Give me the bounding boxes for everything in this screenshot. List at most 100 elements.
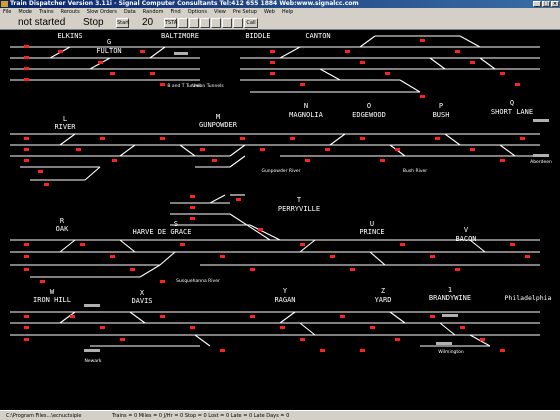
menu-view[interactable]: View bbox=[214, 9, 226, 15]
signal-marker[interactable] bbox=[260, 148, 265, 151]
signal-marker[interactable] bbox=[510, 243, 515, 246]
signal-marker[interactable] bbox=[190, 326, 195, 329]
signal-marker[interactable] bbox=[58, 50, 63, 53]
signal-marker[interactable] bbox=[370, 326, 375, 329]
signal-marker[interactable] bbox=[190, 217, 195, 220]
signal-marker[interactable] bbox=[270, 72, 275, 75]
toolbar-button-4[interactable] bbox=[211, 18, 221, 28]
signal-marker[interactable] bbox=[520, 137, 525, 140]
minimize-button[interactable]: _ bbox=[533, 1, 541, 7]
signal-marker[interactable] bbox=[160, 280, 165, 283]
signal-marker[interactable] bbox=[110, 255, 115, 258]
signal-marker[interactable] bbox=[160, 137, 165, 140]
signal-marker[interactable] bbox=[160, 83, 165, 86]
signal-marker[interactable] bbox=[24, 268, 29, 271]
toolbar-button-2[interactable] bbox=[189, 18, 199, 28]
signal-marker[interactable] bbox=[98, 61, 103, 64]
signal-marker[interactable] bbox=[190, 195, 195, 198]
menu-slow-orders[interactable]: Slow Orders bbox=[87, 9, 117, 15]
signal-marker[interactable] bbox=[24, 56, 29, 59]
close-button[interactable]: × bbox=[551, 1, 559, 7]
signal-marker[interactable] bbox=[420, 39, 425, 42]
signal-marker[interactable] bbox=[250, 315, 255, 318]
signal-marker[interactable] bbox=[480, 338, 485, 341]
signal-marker[interactable] bbox=[360, 349, 365, 352]
toolbar-button-3[interactable] bbox=[200, 18, 210, 28]
start-button[interactable]: Start bbox=[116, 18, 129, 28]
signal-marker[interactable] bbox=[320, 349, 325, 352]
signal-marker[interactable] bbox=[24, 243, 29, 246]
signal-marker[interactable] bbox=[330, 255, 335, 258]
toolbar-button-6[interactable] bbox=[233, 18, 243, 28]
signal-marker[interactable] bbox=[40, 280, 45, 283]
signal-marker[interactable] bbox=[470, 148, 475, 151]
menu-help[interactable]: Help bbox=[282, 9, 293, 15]
signal-marker[interactable] bbox=[70, 315, 75, 318]
signal-marker[interactable] bbox=[120, 338, 125, 341]
maximize-button[interactable]: □ bbox=[542, 1, 550, 7]
signal-marker[interactable] bbox=[515, 83, 520, 86]
signal-marker[interactable] bbox=[160, 315, 165, 318]
signal-marker[interactable] bbox=[360, 61, 365, 64]
signal-marker[interactable] bbox=[220, 255, 225, 258]
signal-marker[interactable] bbox=[100, 326, 105, 329]
toolbar-button-5[interactable] bbox=[222, 18, 232, 28]
signal-marker[interactable] bbox=[380, 159, 385, 162]
menu-file[interactable]: File bbox=[3, 9, 11, 15]
signal-marker[interactable] bbox=[24, 148, 29, 151]
signal-marker[interactable] bbox=[525, 255, 530, 258]
signal-marker[interactable] bbox=[455, 50, 460, 53]
signal-marker[interactable] bbox=[325, 148, 330, 151]
menu-data[interactable]: Data bbox=[124, 9, 136, 15]
signal-marker[interactable] bbox=[455, 268, 460, 271]
signal-marker[interactable] bbox=[350, 268, 355, 271]
signal-marker[interactable] bbox=[345, 50, 350, 53]
signal-marker[interactable] bbox=[38, 170, 43, 173]
signal-marker[interactable] bbox=[76, 148, 81, 151]
signal-marker[interactable] bbox=[430, 255, 435, 258]
signal-marker[interactable] bbox=[24, 315, 29, 318]
signal-marker[interactable] bbox=[24, 78, 29, 81]
signal-marker[interactable] bbox=[80, 243, 85, 246]
signal-marker[interactable] bbox=[385, 72, 390, 75]
signal-marker[interactable] bbox=[500, 72, 505, 75]
signal-marker[interactable] bbox=[24, 159, 29, 162]
signal-marker[interactable] bbox=[190, 206, 195, 209]
signal-marker[interactable] bbox=[300, 243, 305, 246]
signal-marker[interactable] bbox=[200, 148, 205, 151]
menu-pre-setup[interactable]: Pre Setup bbox=[233, 9, 257, 15]
menu-find[interactable]: Find bbox=[170, 9, 180, 15]
signal-marker[interactable] bbox=[360, 137, 365, 140]
signal-marker[interactable] bbox=[470, 61, 475, 64]
signal-marker[interactable] bbox=[270, 50, 275, 53]
signal-marker[interactable] bbox=[435, 137, 440, 140]
menu-web[interactable]: Web bbox=[264, 9, 275, 15]
signal-marker[interactable] bbox=[500, 159, 505, 162]
signal-marker[interactable] bbox=[110, 72, 115, 75]
signal-marker[interactable] bbox=[250, 268, 255, 271]
sound-button[interactable]: Call Sound bbox=[244, 18, 261, 35]
signal-marker[interactable] bbox=[400, 243, 405, 246]
signal-marker[interactable] bbox=[240, 137, 245, 140]
signal-marker[interactable] bbox=[212, 159, 217, 162]
toolbar-button-1[interactable] bbox=[178, 18, 188, 28]
signal-marker[interactable] bbox=[270, 61, 275, 64]
signal-marker[interactable] bbox=[395, 338, 400, 341]
signal-marker[interactable] bbox=[420, 95, 425, 98]
signal-marker[interactable] bbox=[258, 228, 263, 231]
signal-marker[interactable] bbox=[180, 243, 185, 246]
signal-marker[interactable] bbox=[24, 326, 29, 329]
signal-marker[interactable] bbox=[112, 159, 117, 162]
signal-marker[interactable] bbox=[220, 349, 225, 352]
stop-button[interactable]: Stop bbox=[83, 17, 104, 28]
menu-trains[interactable]: Trains bbox=[39, 9, 54, 15]
signal-marker[interactable] bbox=[150, 72, 155, 75]
tstat-button[interactable]: TSTA bbox=[164, 18, 177, 28]
menu-mode[interactable]: Mode bbox=[18, 9, 32, 15]
signal-marker[interactable] bbox=[430, 315, 435, 318]
menu-options[interactable]: Options bbox=[188, 9, 207, 15]
menu-rerouts[interactable]: Rerouts bbox=[61, 9, 80, 15]
signal-marker[interactable] bbox=[24, 255, 29, 258]
signal-marker[interactable] bbox=[340, 315, 345, 318]
signal-marker[interactable] bbox=[280, 326, 285, 329]
